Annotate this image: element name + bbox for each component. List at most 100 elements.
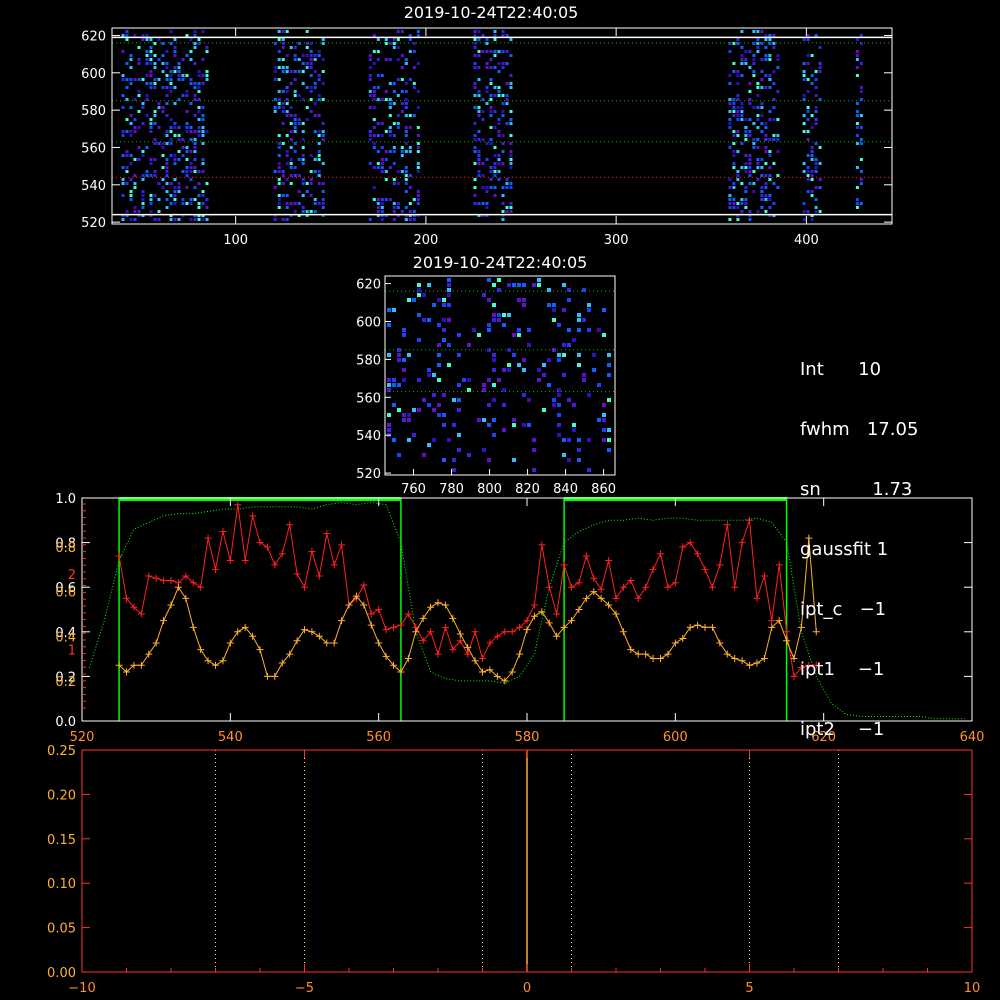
panel1-pixel bbox=[756, 210, 760, 213]
panel1-pixel bbox=[181, 170, 185, 173]
series-1-point bbox=[553, 610, 561, 618]
panel1-pixel bbox=[748, 174, 752, 177]
panel1-pixel bbox=[485, 86, 489, 89]
panel2-pixel bbox=[502, 323, 506, 327]
panel1-pixel bbox=[133, 186, 137, 189]
panel1-pixel bbox=[732, 186, 736, 189]
panel2-pixel bbox=[457, 333, 461, 337]
panel1-pixel bbox=[493, 86, 497, 89]
panel1-pixel bbox=[368, 74, 372, 77]
panel1-pixel bbox=[768, 86, 772, 89]
panel1-pixel bbox=[497, 86, 501, 89]
panel4-xtick-label: −10 bbox=[68, 981, 95, 996]
panel2-pixel bbox=[582, 318, 586, 322]
panel1-pixel bbox=[376, 210, 380, 213]
panel1-pixel bbox=[301, 138, 305, 141]
panel1-pixel bbox=[802, 70, 806, 73]
panel3-ytick-label-red: 1 bbox=[68, 644, 76, 659]
panel1-pixel bbox=[289, 82, 293, 85]
panel1-pixel bbox=[205, 130, 209, 133]
panel1-pixel bbox=[509, 206, 513, 209]
panel2-pixel bbox=[442, 328, 446, 332]
panel1-pixel bbox=[185, 74, 189, 77]
panel1-pixel bbox=[396, 58, 400, 61]
panel1-pixel bbox=[321, 206, 325, 209]
panel1-pixel bbox=[165, 102, 169, 105]
panel1-pixel bbox=[321, 70, 325, 73]
panel1-pixel bbox=[185, 90, 189, 93]
panel1-pixel bbox=[281, 110, 285, 113]
panel1-pixel bbox=[416, 162, 420, 165]
panel2-pixel bbox=[507, 368, 511, 372]
panel2-pixel bbox=[452, 423, 456, 427]
series-1-point bbox=[649, 565, 657, 573]
panel1-pixel bbox=[177, 218, 181, 221]
panel1-pixel bbox=[376, 122, 380, 125]
panel1-pixel bbox=[273, 78, 277, 81]
panel1-pixel bbox=[129, 114, 133, 117]
panel1-pixel bbox=[412, 66, 416, 69]
panel1-pixel bbox=[125, 182, 129, 185]
panel1-pixel bbox=[177, 78, 181, 81]
panel1-pixel bbox=[141, 38, 145, 41]
panel1-pixel bbox=[509, 38, 513, 41]
panel1-pixel bbox=[157, 210, 161, 213]
panel2-pixel bbox=[427, 368, 431, 372]
panel1-pixel bbox=[818, 66, 822, 69]
panel2-pixel bbox=[432, 408, 436, 412]
panel1-pixel bbox=[408, 78, 412, 81]
panel1-pixel bbox=[165, 190, 169, 193]
panel1-pixel bbox=[400, 150, 404, 153]
panel1-pixel bbox=[489, 166, 493, 169]
panel2-pixel bbox=[537, 378, 541, 382]
panel1-pixel bbox=[193, 114, 197, 117]
series-1-point bbox=[560, 561, 568, 569]
panel1-pixel bbox=[309, 178, 313, 181]
series-1-point bbox=[664, 583, 672, 591]
panel1-pixel bbox=[493, 50, 497, 53]
panel1-pixel bbox=[772, 106, 776, 109]
panel2-pixel bbox=[457, 383, 461, 387]
panel1-pixel bbox=[277, 102, 281, 105]
panel1-pixel bbox=[205, 206, 209, 209]
panel1-pixel bbox=[740, 62, 744, 65]
panel1-pixel bbox=[388, 150, 392, 153]
panel1-pixel bbox=[173, 46, 177, 49]
panel1-pixel bbox=[392, 82, 396, 85]
panel1-pixel bbox=[277, 166, 281, 169]
panel1-pixel bbox=[273, 66, 277, 69]
panel1-pixel bbox=[273, 218, 277, 221]
panel1-pixel bbox=[392, 46, 396, 49]
panel1-pixel bbox=[129, 130, 133, 133]
panel1-pixel bbox=[313, 114, 317, 117]
panel1-pixel bbox=[129, 194, 133, 197]
series-2-point bbox=[375, 639, 383, 647]
panel3-xtick-label: 640 bbox=[960, 730, 985, 745]
series-2-point bbox=[738, 657, 746, 665]
panel1-pixel bbox=[396, 202, 400, 205]
panel1-pixel bbox=[121, 74, 125, 77]
panel1-pixel bbox=[493, 110, 497, 113]
panel1-pixel bbox=[806, 118, 810, 121]
panel1-pixel bbox=[173, 50, 177, 53]
panel1-pixel bbox=[806, 54, 810, 57]
panel1-pixel bbox=[297, 94, 301, 97]
series-2-point bbox=[634, 650, 642, 658]
panel1-pixel bbox=[855, 166, 859, 169]
panel1-pixel bbox=[321, 130, 325, 133]
panel1-pixel bbox=[317, 74, 321, 77]
panel2-pixel bbox=[512, 353, 516, 357]
panel1-pixel bbox=[165, 78, 169, 81]
panel1-pixel bbox=[129, 66, 133, 69]
panel2-pixel bbox=[412, 298, 416, 302]
panel1-pixel bbox=[153, 82, 157, 85]
panel1-pixel bbox=[473, 46, 477, 49]
panel1-pixel bbox=[141, 206, 145, 209]
panel1-pixel bbox=[493, 126, 497, 129]
panel1-pixel bbox=[161, 186, 165, 189]
panel2-pixel bbox=[552, 398, 556, 402]
panel1-pixel bbox=[309, 110, 313, 113]
panel1-pixel bbox=[281, 106, 285, 109]
panel1-pixel bbox=[740, 142, 744, 145]
panel1-pixel bbox=[477, 110, 481, 113]
